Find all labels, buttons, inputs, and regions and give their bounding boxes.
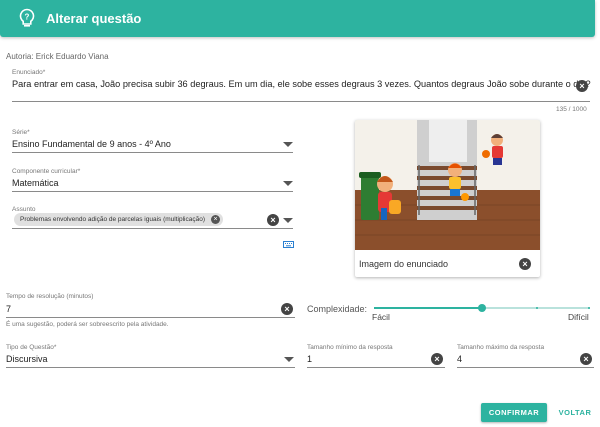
max-size-input[interactable]: 4 (457, 354, 462, 364)
question-type-underline (6, 367, 295, 368)
question-type-dropdown-icon[interactable] (284, 357, 294, 362)
subject-chip[interactable]: Problemas envolvendo adição de parcelas … (14, 213, 223, 226)
grade-underline (12, 152, 293, 153)
subject-chip-label: Problemas envolvendo adição de parcelas … (20, 216, 205, 223)
min-size-input[interactable]: 1 (307, 354, 312, 364)
complexity-min-label: Fácil (372, 312, 390, 322)
dialog-title: Alterar questão (46, 11, 142, 26)
min-size-label: Tamanho mínimo da resposta (307, 344, 393, 351)
complexity-slider-thumb[interactable] (478, 304, 486, 312)
time-label: Tempo de resolução (minutos) (6, 293, 94, 300)
complexity-tick (428, 307, 430, 309)
component-select[interactable]: Matemática (12, 178, 59, 188)
statement-underline (12, 101, 590, 102)
component-label: Componente curricular* (12, 168, 81, 175)
image-remove-icon[interactable]: × (519, 258, 531, 270)
grade-select[interactable]: Ensino Fundamental de 9 anos - 4º Ano (12, 139, 171, 149)
time-underline (6, 317, 295, 318)
complexity-tick (536, 307, 538, 309)
complexity-label: Complexidade: (307, 304, 368, 314)
grade-dropdown-icon[interactable] (283, 142, 293, 147)
dialog-header: ? Alterar questão (0, 0, 595, 37)
min-size-clear-icon[interactable]: × (431, 353, 443, 365)
min-size-underline (307, 367, 445, 368)
max-size-clear-icon[interactable]: × (580, 353, 592, 365)
complexity-tick (588, 307, 590, 309)
max-size-label: Tamanho máximo da resposta (457, 344, 545, 351)
question-type-label: Tipo de Questão* (6, 344, 57, 351)
complexity-max-label: Difícil (568, 312, 589, 322)
author-text: Autoria: Erick Eduardo Viana (6, 52, 109, 61)
statement-counter: 135 / 1000 (556, 106, 587, 113)
time-input[interactable]: 7 (6, 304, 11, 314)
component-dropdown-icon[interactable] (283, 181, 293, 186)
statement-image-card[interactable]: Imagem do enunciado × (355, 120, 540, 277)
subject-underline (12, 228, 293, 229)
statement-input[interactable]: Para entrar em casa, João precisa subir … (12, 79, 591, 89)
chip-remove-icon[interactable]: × (211, 215, 220, 224)
time-clear-icon[interactable]: × (281, 303, 293, 315)
confirm-button[interactable]: CONFIRMAR (481, 403, 547, 422)
time-hint: É uma sugestão, poderá ser sobreescrito … (6, 321, 169, 328)
max-size-underline (457, 367, 594, 368)
question-lightbulb-icon: ? (19, 8, 35, 27)
component-underline (12, 191, 293, 192)
subject-label: Assunto (12, 206, 36, 213)
statement-clear-icon[interactable]: × (576, 80, 588, 92)
subject-clear-icon[interactable]: × (267, 214, 279, 226)
keyboard-icon[interactable] (283, 241, 294, 248)
grade-label: Série* (12, 129, 30, 136)
question-type-select[interactable]: Discursiva (6, 354, 48, 364)
svg-text:?: ? (25, 13, 30, 22)
image-caption: Imagem do enunciado (359, 259, 449, 269)
statement-label: Enunciado* (12, 69, 46, 76)
subject-dropdown-icon[interactable] (283, 218, 293, 223)
back-button[interactable]: VOLTAR (552, 403, 598, 422)
complexity-tick (374, 307, 376, 309)
statement-image (355, 120, 540, 250)
